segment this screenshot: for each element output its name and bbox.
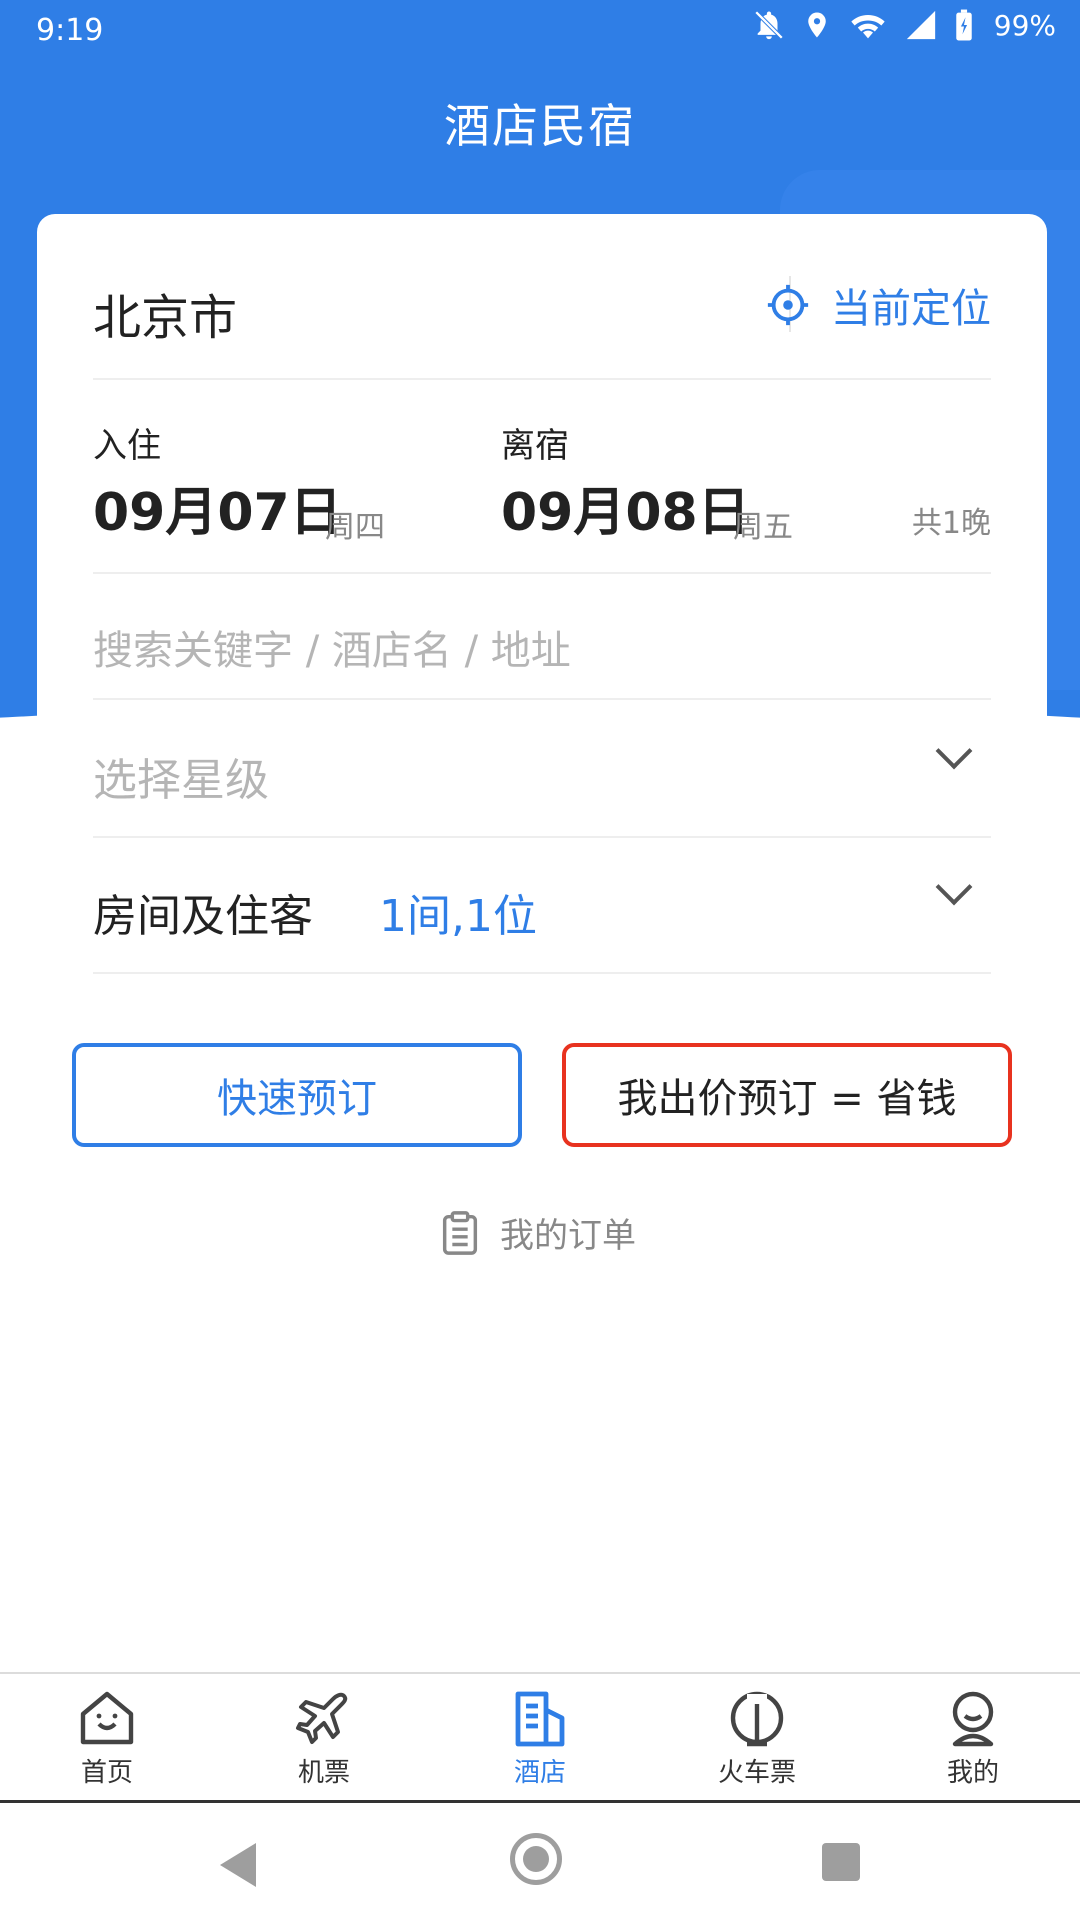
checkout-label: 离宿 — [501, 426, 569, 466]
tab-flights[interactable]: 机票 — [244, 1688, 404, 1789]
checkout-date-value: 09月08日 — [501, 483, 750, 543]
chevron-down-icon — [935, 732, 973, 770]
profile-icon — [952, 1691, 994, 1747]
chevron-down-icon — [935, 868, 973, 906]
title-bar: 酒店民宿 — [0, 60, 1080, 186]
tab-hotel[interactable]: 酒店 — [460, 1688, 620, 1789]
bell-off-icon — [754, 10, 784, 40]
home-circle-icon[interactable] — [510, 1833, 562, 1885]
tab-home-label: 首页 — [80, 1758, 133, 1788]
tab-train-label: 火车票 — [717, 1758, 796, 1788]
recent-apps-icon[interactable] — [822, 1843, 860, 1881]
status-icons: 99% — [752, 8, 1056, 42]
tab-flights-label: 机票 — [297, 1758, 350, 1788]
star-level-select[interactable]: 选择星级 — [93, 700, 991, 838]
my-orders-link[interactable]: 我的订单 — [440, 1208, 636, 1257]
hotel-icon — [515, 1691, 565, 1747]
wifi-icon — [851, 15, 885, 39]
train-icon — [730, 1691, 784, 1747]
locate-icon — [767, 284, 809, 326]
search-placeholder: 搜索关键字 / 酒店名 / 地址 — [93, 628, 571, 674]
nights-count: 共1晚 — [911, 506, 991, 541]
my-orders-label: 我的订单 — [500, 1216, 636, 1256]
rooms-guests-select[interactable]: 房间及住客 1间,1位 — [93, 836, 991, 974]
star-level-placeholder: 选择星级 — [93, 755, 269, 806]
tab-profile[interactable]: 我的 — [893, 1688, 1053, 1789]
current-location-label: 当前定位 — [831, 286, 991, 332]
system-nav-bar — [0, 1803, 1080, 1920]
back-icon[interactable] — [220, 1843, 256, 1887]
location-icon — [808, 12, 826, 38]
tab-hotel-label: 酒店 — [513, 1758, 566, 1788]
city-name[interactable]: 北京市 — [93, 278, 237, 348]
checkin-weekday: 周四 — [325, 510, 385, 545]
bid-book-button[interactable]: 我出价预订 = 省钱 — [562, 1043, 1012, 1147]
battery-icon — [956, 9, 972, 41]
rooms-guests-label: 房间及住客 — [93, 891, 313, 942]
checkout-weekday: 周五 — [733, 510, 793, 545]
bottom-tab-bar: 首页 机票 酒店 火车票 我的 — [0, 1672, 1080, 1802]
quick-book-button[interactable]: 快速预订 — [72, 1043, 522, 1147]
city-row: 北京市 当前定位 — [93, 214, 991, 380]
clipboard-icon — [442, 1210, 478, 1255]
tab-profile-label: 我的 — [946, 1758, 999, 1788]
plane-icon — [296, 1692, 348, 1744]
tab-train[interactable]: 火车票 — [677, 1688, 837, 1789]
current-location-button[interactable]: 当前定位 — [765, 276, 991, 334]
status-bar: 9:19 99% — [0, 0, 1080, 60]
rooms-guests-value: 1间,1位 — [379, 891, 537, 942]
page-title: 酒店民宿 — [444, 99, 636, 153]
tab-home[interactable]: 首页 — [27, 1688, 187, 1789]
search-input[interactable]: 搜索关键字 / 酒店名 / 地址 — [93, 572, 991, 700]
signal-icon — [906, 10, 935, 40]
home-icon — [80, 1691, 134, 1745]
checkin-label: 入住 — [93, 426, 161, 466]
checkin-date-value: 09月07日 — [93, 483, 342, 543]
status-time: 9:19 — [36, 13, 104, 48]
date-row: 入住 09月07日 周四 离宿 09月08日 周五 共1晚 — [93, 378, 991, 574]
battery-percent: 99% — [993, 8, 1056, 42]
